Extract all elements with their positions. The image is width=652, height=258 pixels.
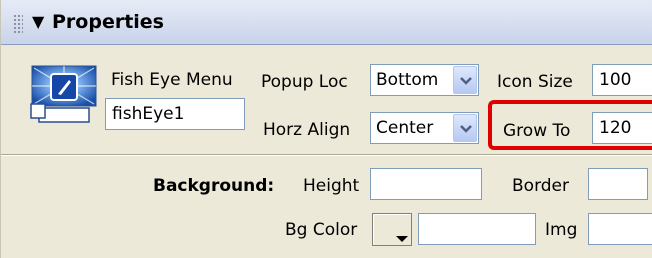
component-type-label: Fish Eye Menu: [111, 70, 233, 90]
chevron-down-icon[interactable]: [453, 114, 477, 142]
popup-loc-select[interactable]: Bottom: [370, 64, 479, 96]
icon-size-label: Icon Size: [497, 72, 573, 92]
bg-color-field[interactable]: [418, 213, 536, 245]
height-label: Height: [303, 176, 360, 196]
height-field[interactable]: [370, 168, 482, 200]
popup-loc-value: Bottom: [376, 70, 439, 90]
grow-to-field[interactable]: 120: [592, 112, 652, 144]
horz-align-select[interactable]: Center: [370, 112, 479, 144]
triangle-down-icon[interactable]: ▼: [32, 12, 44, 31]
img-field[interactable]: [588, 213, 652, 245]
bg-color-picker[interactable]: [372, 213, 412, 246]
bg-color-label: Bg Color: [285, 220, 358, 240]
background-section-label: Background:: [153, 176, 275, 196]
chevron-down-icon: [396, 236, 408, 242]
border-field[interactable]: [588, 168, 648, 200]
grow-to-label: Grow To: [503, 121, 571, 141]
horz-align-label: Horz Align: [263, 120, 351, 140]
properties-panel: ▼ Properties Fish Eye Menu fishEye1 Popu…: [0, 0, 652, 258]
grip-icon[interactable]: [13, 14, 23, 34]
chevron-down-icon[interactable]: [453, 66, 477, 94]
horz-align-value: Center: [376, 118, 434, 138]
img-label: Img: [545, 220, 578, 240]
section-divider: [1, 154, 652, 156]
panel-titlebar[interactable]: ▼ Properties: [1, 0, 652, 45]
border-label: Border: [512, 176, 569, 196]
fisheye-menu-icon: [29, 64, 99, 126]
popup-loc-label: Popup Loc: [261, 72, 348, 92]
icon-size-field[interactable]: 100: [592, 64, 652, 96]
component-id-field[interactable]: fishEye1: [105, 98, 245, 130]
panel-title: Properties: [52, 11, 164, 33]
